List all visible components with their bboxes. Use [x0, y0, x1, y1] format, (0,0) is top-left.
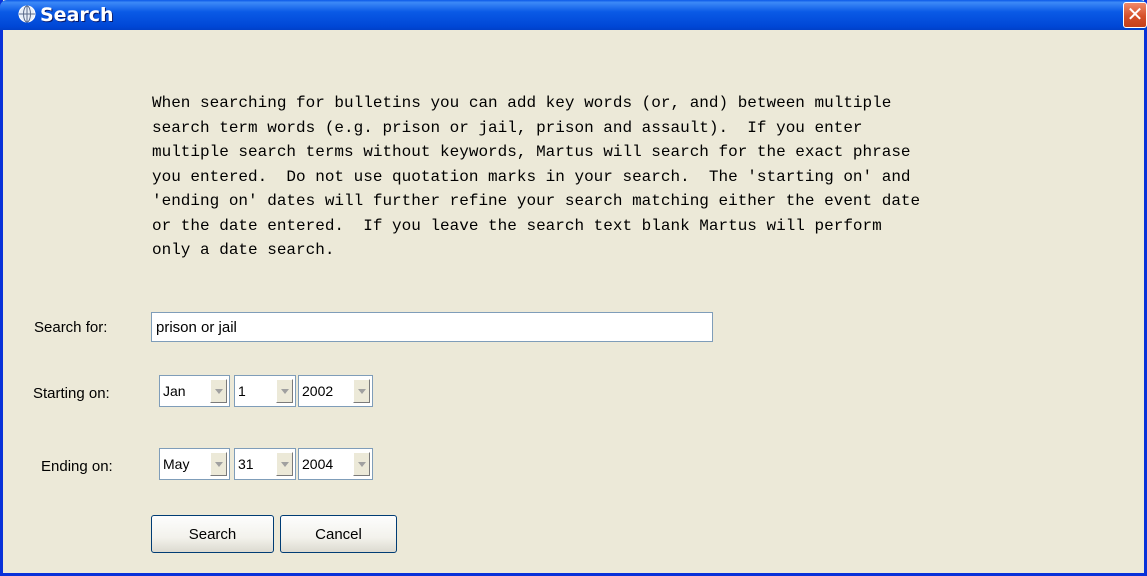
end-year-value: 2004 — [302, 456, 334, 472]
title-bar: Search ✕ — [0, 0, 1147, 30]
search-input[interactable] — [151, 312, 713, 342]
search-button[interactable]: Search — [151, 515, 274, 553]
end-year-select[interactable]: 2004 — [298, 448, 373, 480]
search-for-label: Search for: — [34, 319, 108, 336]
chevron-down-icon[interactable] — [210, 379, 227, 403]
cancel-button[interactable]: Cancel — [280, 515, 397, 553]
search-instructions: When searching for bulletins you can add… — [152, 94, 921, 259]
end-day-value: 31 — [238, 456, 254, 472]
start-day-select[interactable]: 1 — [234, 375, 296, 407]
window-title: Search — [40, 4, 114, 26]
search-dialog: Search ✕ — [0, 0, 1147, 576]
chevron-down-icon[interactable] — [276, 379, 293, 403]
start-month-value: Jan — [163, 383, 186, 399]
chevron-down-icon[interactable] — [353, 379, 370, 403]
end-month-select[interactable]: May — [159, 448, 230, 480]
chevron-down-icon[interactable] — [210, 452, 227, 476]
start-year-select[interactable]: 2002 — [298, 375, 373, 407]
starting-on-label: Starting on: — [33, 385, 110, 402]
ending-on-label: Ending on: — [41, 458, 113, 475]
start-year-value: 2002 — [302, 383, 334, 399]
start-day-value: 1 — [238, 383, 246, 399]
end-day-select[interactable]: 31 — [234, 448, 296, 480]
start-month-select[interactable]: Jan — [159, 375, 230, 407]
chevron-down-icon[interactable] — [276, 452, 293, 476]
close-button[interactable]: ✕ — [1123, 2, 1147, 28]
close-icon: ✕ — [1126, 2, 1144, 26]
globe-icon — [18, 5, 36, 23]
end-month-value: May — [163, 456, 190, 472]
chevron-down-icon[interactable] — [353, 452, 370, 476]
